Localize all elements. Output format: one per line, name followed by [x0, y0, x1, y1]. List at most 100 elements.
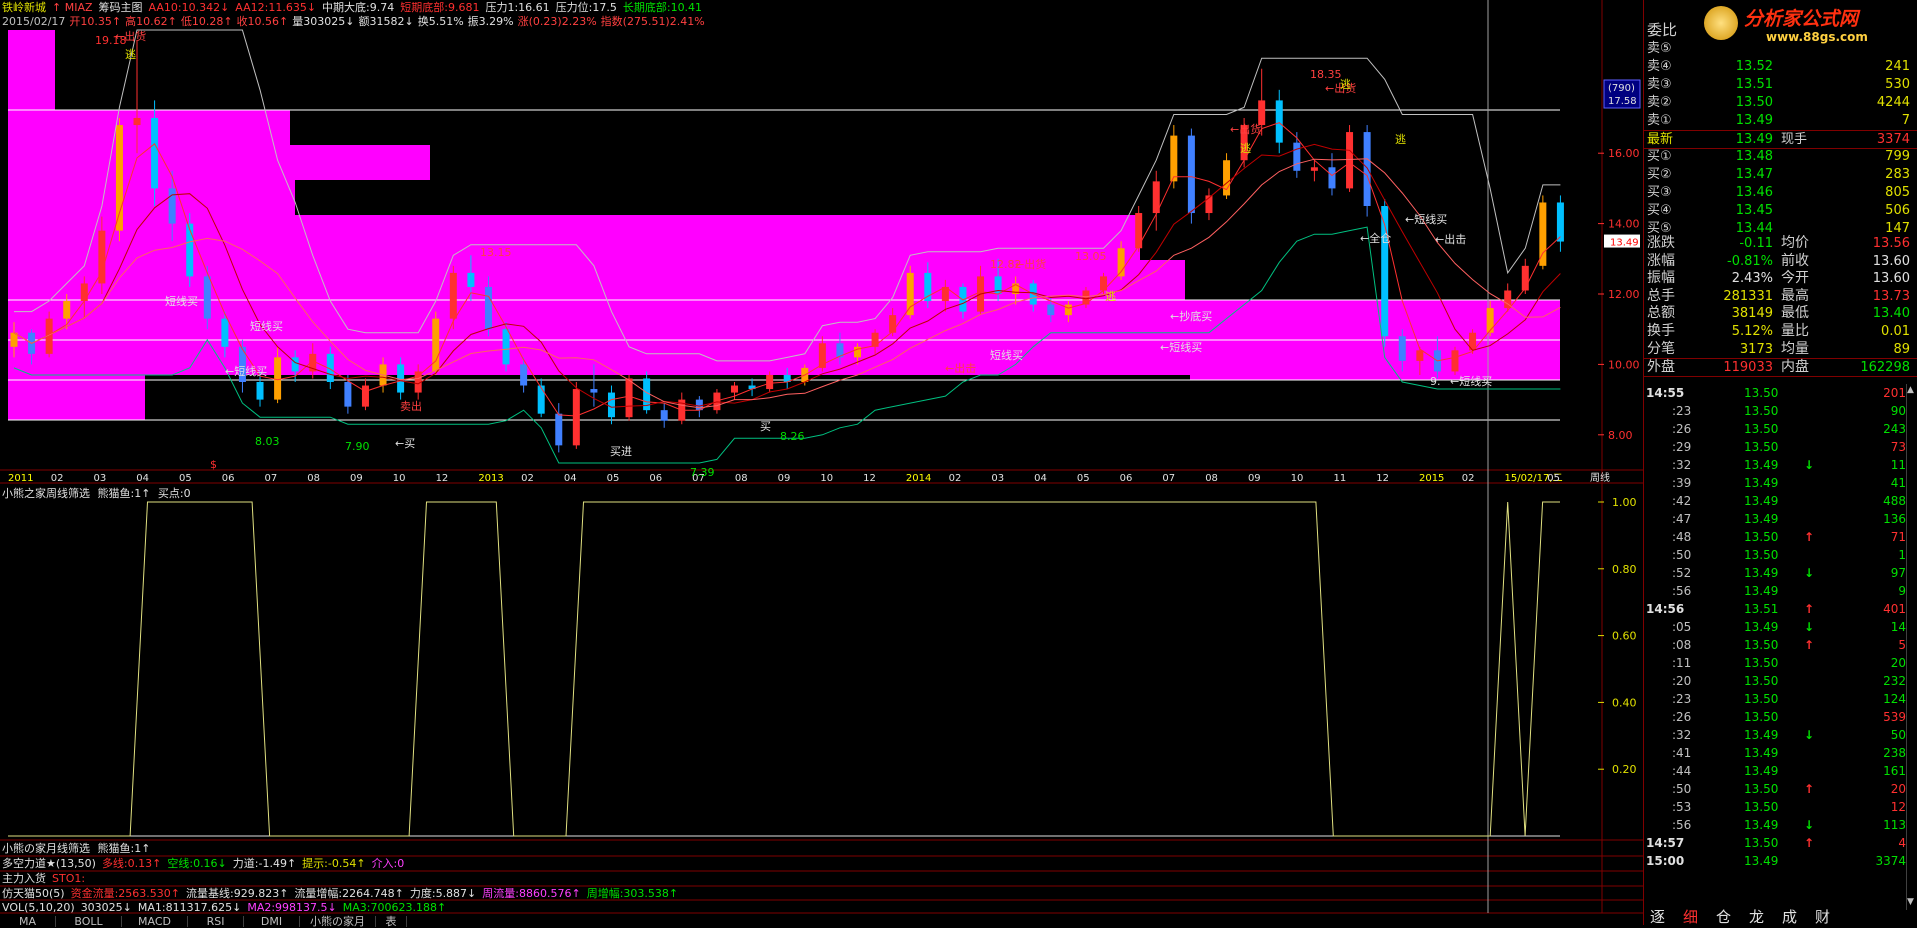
side-tab-0[interactable]: 逐	[1650, 910, 1665, 925]
stat-value2: 13.60	[1872, 253, 1910, 269]
sell-label: 卖④	[1647, 59, 1672, 74]
x-axis-label: 10	[820, 473, 833, 484]
chart-annotation: ←抄底买	[1170, 309, 1212, 323]
tick-time: :05	[1672, 620, 1692, 634]
stat-label: 总额	[1647, 305, 1675, 322]
scroll-down-icon[interactable]: ▼	[1907, 896, 1914, 909]
tick-arrow-icon: ↓	[1804, 728, 1815, 742]
candle-body	[1346, 132, 1354, 189]
chart-annotation: 逃	[1105, 290, 1116, 303]
chart-annotation: ←全仓	[1360, 231, 1391, 245]
ind3-item-5: 介入:0	[371, 857, 405, 870]
chip-zone	[8, 215, 1140, 260]
tick-row: 14:57 13.50 ↑ 4	[1644, 834, 1906, 852]
sell-row-1: 卖① 13.49 7	[1644, 112, 1917, 129]
indicator3-line: 多空力道★(13,50) 多线:0.13↑ 空线:0.16↓ 力道:-1.49↑ 提示:…	[2, 857, 410, 870]
side-tab-2[interactable]: 仓	[1716, 910, 1731, 925]
x-axis-label: 02	[521, 473, 534, 484]
sell-label: 卖①	[1647, 113, 1672, 128]
tab-1[interactable]: BOLL	[56, 916, 122, 927]
tick-row: 14:56 13.51 ↑ 401	[1644, 600, 1906, 618]
tab-4[interactable]: DMI	[244, 916, 300, 927]
chart-annotation: ←出货	[1015, 257, 1046, 271]
tick-price: 13.50	[1744, 800, 1779, 814]
main-price-chart[interactable]: 16.00 14.00 12.00 10.00 8.00 13.49 (790) 17.58 2…	[0, 0, 1643, 925]
ind5-item-4: 力度:5.887↓	[409, 887, 477, 900]
candle-body	[1293, 142, 1301, 171]
candle-body	[1082, 290, 1090, 305]
x-axis-label: 周线	[1590, 471, 1610, 484]
stat-label: 振幅	[1647, 270, 1675, 287]
chart-annotation: 7.39	[690, 466, 715, 479]
stat-value2: 13.40	[1872, 306, 1910, 322]
chart-area[interactable]: 铁岭新城 ↑ MIAZ 筹码主图 AA10:10.342↓ AA12:11.635↓ 中期…	[0, 0, 1643, 927]
stat-value: 2.43%	[1731, 271, 1773, 287]
indicator-axis-label: 1.00	[1612, 496, 1637, 509]
tick-row: :56 13.49 9	[1644, 582, 1906, 600]
tick-arrow-icon: ↑	[1804, 782, 1815, 796]
x-axis-label: 12	[1376, 473, 1389, 484]
tick-arrow-icon: ↓	[1804, 620, 1815, 634]
stat-label2: 均价	[1781, 235, 1809, 251]
tick-time: :52	[1672, 566, 1692, 580]
tick-price: 13.49	[1744, 584, 1779, 598]
x-axis-label: 2011	[8, 473, 33, 484]
chart-annotation: ←短线买	[225, 364, 267, 378]
side-tab-1[interactable]: 细	[1683, 910, 1698, 925]
sell-price: 13.49	[1735, 113, 1773, 128]
tab-2[interactable]: MACD	[122, 916, 188, 927]
chart-annotation: 短线买	[250, 319, 283, 333]
price-box-text: (790)	[1608, 83, 1635, 94]
stat-label: 分笔	[1647, 340, 1675, 357]
side-tab-4[interactable]: 成	[1782, 910, 1797, 925]
tick-volume: 41	[1890, 476, 1906, 490]
ind6-item-3: MA2:998137.5↓	[247, 901, 337, 914]
stat-row-5: 换手 5.12% 量比 0.01	[1644, 323, 1917, 340]
ind5-item-0: 仿天猫50(5)	[2, 887, 65, 900]
scroll-up-icon[interactable]: ▲	[1907, 384, 1914, 397]
indicator1-title: 小熊之家周线筛选 熊猫鱼:1↑ 买点:0	[2, 487, 191, 500]
candle-body	[607, 392, 615, 418]
side-tab-3[interactable]: 龙	[1749, 910, 1764, 925]
stat-value: 119033	[1723, 360, 1773, 376]
tick-row: :32 13.49 ↓ 50	[1644, 726, 1906, 744]
x-axis-label: 03	[991, 473, 1004, 484]
tick-time: :48	[1672, 530, 1692, 544]
sell-label: 卖②	[1647, 95, 1672, 110]
stat-label2: 均量	[1781, 340, 1809, 357]
chart-annotation: 7.90	[345, 440, 370, 453]
tick-list[interactable]: 14:55 13.50 201:23 13.50 90:26 13.50 243:29 13.…	[1644, 384, 1917, 910]
tick-row: :48 13.50 ↑ 71	[1644, 528, 1906, 546]
tab-5[interactable]: 小熊の家月	[300, 916, 376, 927]
tick-row: :29 13.50 73	[1644, 438, 1906, 456]
tab-6[interactable]: 表	[376, 916, 407, 927]
candle-body	[80, 283, 88, 302]
ind1-title3: 买点:0	[157, 487, 191, 500]
x-axis-label: 06	[1120, 473, 1133, 484]
chart-annotation: ←出货	[115, 29, 146, 43]
tick-volume: 20	[1890, 782, 1906, 796]
buy-price: 13.45	[1735, 203, 1773, 218]
price-axis-label: 10.00	[1608, 358, 1640, 371]
tick-volume: 5	[1898, 638, 1906, 652]
tick-scrollbar[interactable]: ▲ ▼	[1906, 384, 1917, 910]
tick-time: :08	[1672, 638, 1692, 652]
stat-row-0: 涨跌 -0.11 均价 13.56	[1644, 235, 1917, 252]
tab-3[interactable]: RSI	[188, 916, 244, 927]
ind4-item-1: STO1:	[52, 872, 86, 885]
side-tab-5[interactable]: 财	[1815, 910, 1830, 925]
x-axis-label: 09	[1248, 473, 1261, 484]
chip-zone	[1190, 340, 1560, 380]
candle-body	[1187, 135, 1195, 214]
tick-price: 13.50	[1744, 440, 1779, 454]
tick-row: :08 13.50 ↑ 5	[1644, 636, 1906, 654]
price-axis-label: 16.00	[1608, 147, 1640, 160]
x-axis-label: 06	[649, 473, 662, 484]
stat-value: 281331	[1723, 288, 1773, 304]
x-axis-label: 2014	[906, 473, 931, 484]
x-axis-label: 2015	[1419, 473, 1444, 484]
tick-arrow-icon: ↑	[1804, 638, 1815, 652]
tab-0[interactable]: MA	[0, 916, 56, 927]
tick-price: 13.49	[1744, 476, 1779, 490]
tick-price: 13.50	[1744, 548, 1779, 562]
